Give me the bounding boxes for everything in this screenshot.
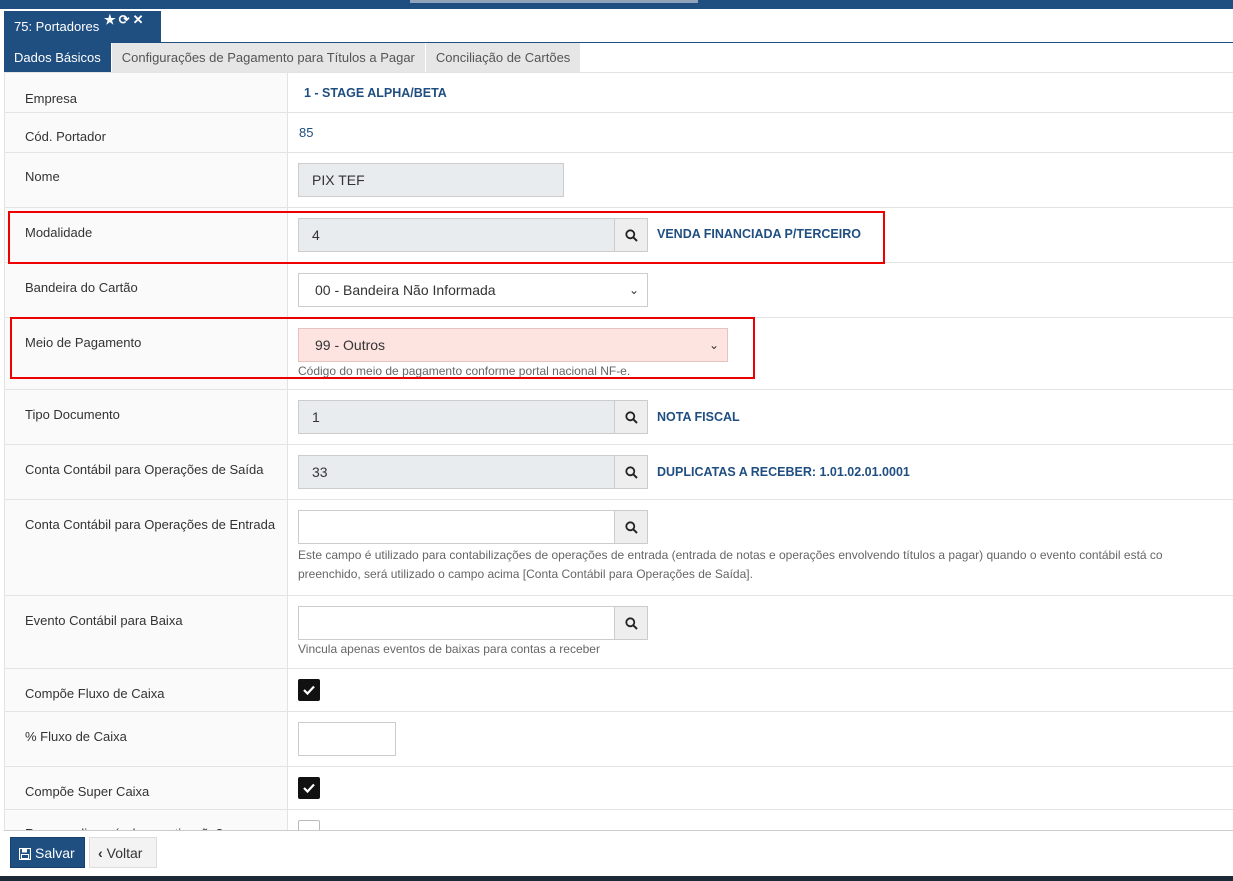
search-icon bbox=[625, 466, 638, 479]
row-compoe-super: Compõe Super Caixa bbox=[5, 767, 1233, 810]
conta-saida-description: DUPLICATAS A RECEBER: 1.01.02.01.0001 bbox=[657, 465, 910, 479]
tipo-documento-description: NOTA FISCAL bbox=[657, 410, 740, 424]
top-bar bbox=[0, 0, 1233, 9]
label-partial: Recurso disponível sem ativação? bbox=[5, 810, 288, 830]
star-icon[interactable]: ★ bbox=[104, 12, 119, 27]
close-icon[interactable]: ✕ bbox=[133, 12, 147, 27]
label-compoe-fluxo: Compõe Fluxo de Caixa bbox=[5, 669, 288, 711]
cod-portador-value: 85 bbox=[299, 125, 314, 140]
label-empresa: Empresa bbox=[5, 73, 288, 112]
conta-saida-input[interactable]: 33 bbox=[298, 455, 615, 489]
row-bandeira: Bandeira do Cartão 00 - Bandeira Não Inf… bbox=[5, 263, 1233, 318]
label-cod-portador: Cód. Portador bbox=[5, 113, 288, 152]
tipo-documento-input[interactable]: 1 bbox=[298, 400, 615, 434]
label-conta-saida: Conta Contábil para Operações de Saída bbox=[5, 445, 288, 499]
nome-input[interactable]: PIX TEF bbox=[298, 163, 564, 197]
compoe-fluxo-checkbox[interactable] bbox=[298, 679, 320, 701]
row-nome: Nome PIX TEF bbox=[5, 153, 1233, 208]
compoe-super-checkbox[interactable] bbox=[298, 777, 320, 799]
chevron-down-icon: ⌄ bbox=[628, 283, 639, 297]
pct-fluxo-input[interactable] bbox=[298, 722, 396, 756]
form-area: Empresa 1 - STAGE ALPHA/BETA Cód. Portad… bbox=[4, 72, 1233, 830]
conta-saida-search-button[interactable] bbox=[614, 455, 648, 489]
row-compoe-fluxo: Compõe Fluxo de Caixa bbox=[5, 669, 1233, 712]
tipo-documento-search-button[interactable] bbox=[614, 400, 648, 434]
window-title: 75: Portadores bbox=[14, 19, 100, 34]
row-conta-saida: Conta Contábil para Operações de Saída 3… bbox=[5, 445, 1233, 500]
label-pct-fluxo: % Fluxo de Caixa bbox=[5, 712, 288, 766]
bottom-bar bbox=[0, 876, 1233, 881]
row-empresa: Empresa 1 - STAGE ALPHA/BETA bbox=[5, 73, 1233, 113]
conta-entrada-search-button[interactable] bbox=[614, 510, 648, 544]
empresa-value: 1 - STAGE ALPHA/BETA bbox=[304, 86, 447, 100]
evento-baixa-search-button[interactable] bbox=[614, 606, 648, 640]
save-button[interactable]: Salvar bbox=[10, 837, 85, 868]
label-nome: Nome bbox=[5, 153, 288, 207]
tab-bar: Dados Básicos Configurações de Pagamento… bbox=[4, 43, 582, 72]
label-evento-baixa: Evento Contábil para Baixa bbox=[5, 596, 288, 668]
window-icons: ★⟳✕ bbox=[104, 12, 146, 28]
tab-conciliacao-cartoes[interactable]: Conciliação de Cartões bbox=[425, 43, 582, 72]
row-pct-fluxo: % Fluxo de Caixa bbox=[5, 712, 1233, 767]
label-tipo-documento: Tipo Documento bbox=[5, 390, 288, 444]
top-bar-strip bbox=[410, 0, 698, 3]
save-icon bbox=[18, 847, 32, 861]
highlight-modalidade bbox=[8, 211, 885, 264]
row-evento-baixa: Evento Contábil para Baixa Vincula apena… bbox=[5, 596, 1233, 669]
search-icon bbox=[625, 521, 638, 534]
back-button[interactable]: ‹ Voltar bbox=[89, 837, 157, 868]
refresh-icon[interactable]: ⟳ bbox=[119, 12, 133, 27]
row-conta-entrada: Conta Contábil para Operações de Entrada… bbox=[5, 500, 1233, 596]
row-partial: Recurso disponível sem ativação? bbox=[5, 810, 1233, 830]
partial-checkbox[interactable] bbox=[298, 820, 320, 830]
label-conta-entrada: Conta Contábil para Operações de Entrada bbox=[5, 500, 288, 595]
label-bandeira: Bandeira do Cartão bbox=[5, 263, 288, 317]
conta-entrada-help: Este campo é utilizado para contabilizaç… bbox=[298, 548, 1163, 581]
check-icon bbox=[303, 783, 315, 794]
footer-toolbar: Salvar ‹ Voltar bbox=[4, 830, 1233, 875]
row-cod-portador: Cód. Portador 85 bbox=[5, 113, 1233, 153]
conta-entrada-input[interactable] bbox=[298, 510, 615, 544]
row-tipo-documento: Tipo Documento 1 NOTA FISCAL bbox=[5, 390, 1233, 445]
evento-baixa-help: Vincula apenas eventos de baixas para co… bbox=[298, 642, 600, 656]
check-icon bbox=[303, 685, 315, 696]
tab-configuracoes-pagamento[interactable]: Configurações de Pagamento para Títulos … bbox=[111, 43, 426, 72]
chevron-left-icon: ‹ bbox=[98, 845, 103, 861]
search-icon bbox=[625, 411, 638, 424]
evento-baixa-input[interactable] bbox=[298, 606, 615, 640]
highlight-meio-pagamento bbox=[10, 317, 755, 379]
window-tab[interactable]: 75: Portadores ★⟳✕ bbox=[4, 11, 161, 42]
label-compoe-super: Compõe Super Caixa bbox=[5, 767, 288, 809]
tab-dados-basicos[interactable]: Dados Básicos bbox=[4, 43, 112, 72]
search-icon bbox=[625, 617, 638, 630]
bandeira-select[interactable]: 00 - Bandeira Não Informada ⌄ bbox=[298, 273, 648, 307]
